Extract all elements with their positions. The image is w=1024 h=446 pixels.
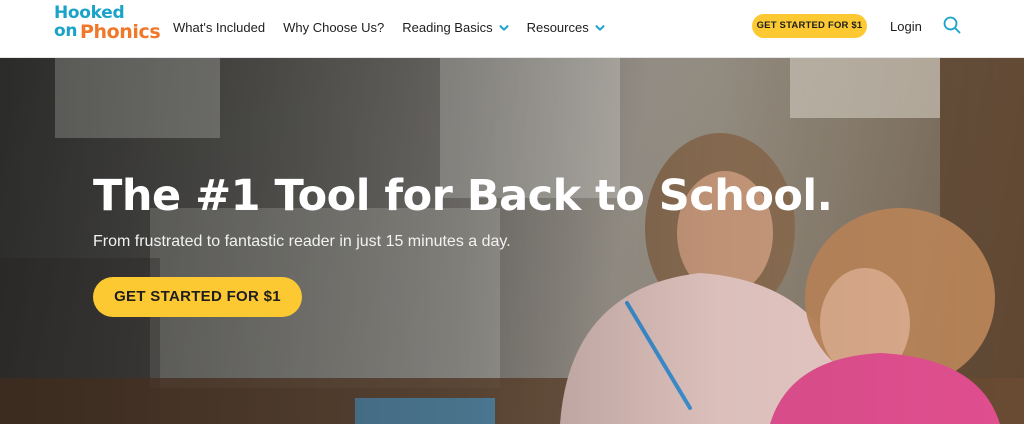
hero-title: The #1 Tool for Back to School.: [93, 171, 833, 221]
nav-resources-label: Resources: [526, 20, 589, 35]
chevron-down-icon: [595, 25, 605, 31]
nav-why-choose-us[interactable]: Why Choose Us?: [283, 18, 384, 38]
login-link[interactable]: Login: [890, 17, 922, 37]
hero-banner: The #1 Tool for Back to School. From fru…: [0, 58, 1024, 424]
logo-text-phonics: Phonics: [80, 21, 161, 43]
get-started-button-hero[interactable]: GET STARTED FOR $1: [93, 277, 302, 317]
main-menu: What's Included Why Choose Us? Reading B…: [173, 18, 623, 38]
top-navigation: Hooked on Phonics What's Included Why Ch…: [0, 0, 1024, 58]
nav-resources[interactable]: Resources: [527, 18, 605, 38]
nav-reading-basics[interactable]: Reading Basics: [402, 18, 509, 38]
chevron-down-icon: [499, 25, 509, 31]
logo-text-hooked: Hooked: [54, 3, 125, 23]
hero-subtitle: From frustrated to fantastic reader in j…: [93, 233, 511, 250]
page-bottom-strip: [0, 424, 1024, 446]
get-started-button-header[interactable]: GET STARTED FOR $1: [752, 14, 867, 38]
nav-whats-included-label: What's Included: [173, 20, 266, 35]
hooked-on-phonics-logo[interactable]: Hooked on Phonics: [54, 3, 161, 45]
logo-text-on: on: [54, 21, 78, 41]
search-icon[interactable]: [942, 15, 962, 35]
nav-why-choose-us-label: Why Choose Us?: [283, 20, 385, 35]
nav-reading-basics-label: Reading Basics: [402, 20, 493, 35]
nav-whats-included[interactable]: What's Included: [173, 18, 265, 38]
